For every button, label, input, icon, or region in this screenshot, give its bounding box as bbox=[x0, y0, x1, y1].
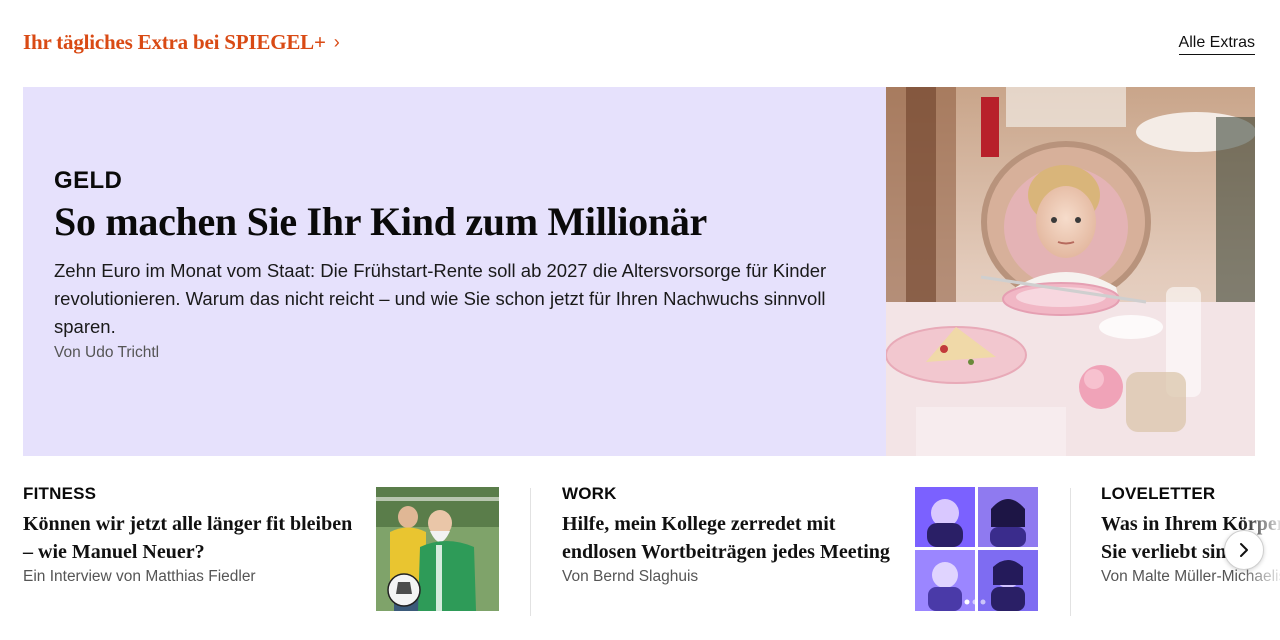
hero-author: Von Udo Trichtl bbox=[54, 344, 160, 361]
hero-photo bbox=[886, 87, 1255, 456]
section-header: Ihr tägliches Extra bei SPIEGEL+ › Alle E… bbox=[23, 28, 1255, 58]
teaser-cards-row: FITNESS Können wir jetzt alle länger fit… bbox=[0, 484, 1280, 624]
card-image-work[interactable] bbox=[915, 487, 1038, 611]
card-headline[interactable]: Können wir jetzt alle länger fit bleiben… bbox=[23, 510, 353, 566]
card-divider bbox=[1070, 488, 1071, 616]
card-author: Ein Interview von Matthias Fiedler bbox=[23, 568, 256, 585]
card-headline[interactable]: Hilfe, mein Kollege zerredet mit endlose… bbox=[562, 510, 892, 566]
card-fitness[interactable]: FITNESS Können wir jetzt alle länger fit… bbox=[23, 484, 353, 614]
hero-text: GELD So machen Sie Ihr Kind zum Millionä… bbox=[54, 167, 834, 362]
chevron-right-icon bbox=[1240, 543, 1248, 557]
chevron-right-icon: › bbox=[333, 32, 340, 52]
card-kicker: FITNESS bbox=[23, 484, 97, 503]
all-extras-link[interactable]: Alle Extras bbox=[1178, 34, 1255, 55]
section-title-link[interactable]: Ihr tägliches Extra bei SPIEGEL+ › bbox=[23, 30, 340, 55]
hero-image-child-at-table[interactable] bbox=[886, 87, 1255, 456]
card-image-fitness[interactable] bbox=[376, 487, 499, 611]
card-kicker: WORK bbox=[562, 484, 617, 503]
hero-kicker: GELD bbox=[54, 167, 123, 194]
hero-teaser-text: Zehn Euro im Monat vom Staat: Die Frühst… bbox=[54, 260, 827, 337]
carousel-next-button[interactable] bbox=[1224, 530, 1264, 570]
hero-teaser[interactable]: GELD So machen Sie Ihr Kind zum Millionä… bbox=[23, 87, 1255, 456]
card-author: Von Bernd Slaghuis bbox=[562, 568, 699, 585]
card-divider bbox=[530, 488, 531, 616]
section-title: Ihr tägliches Extra bei SPIEGEL+ bbox=[23, 30, 326, 54]
card-photo-video-call bbox=[915, 487, 1038, 611]
card-photo-football bbox=[376, 487, 499, 611]
hero-headline[interactable]: So machen Sie Ihr Kind zum Millionär bbox=[54, 199, 834, 245]
card-work[interactable]: WORK Hilfe, mein Kollege zerredet mit en… bbox=[562, 484, 892, 614]
